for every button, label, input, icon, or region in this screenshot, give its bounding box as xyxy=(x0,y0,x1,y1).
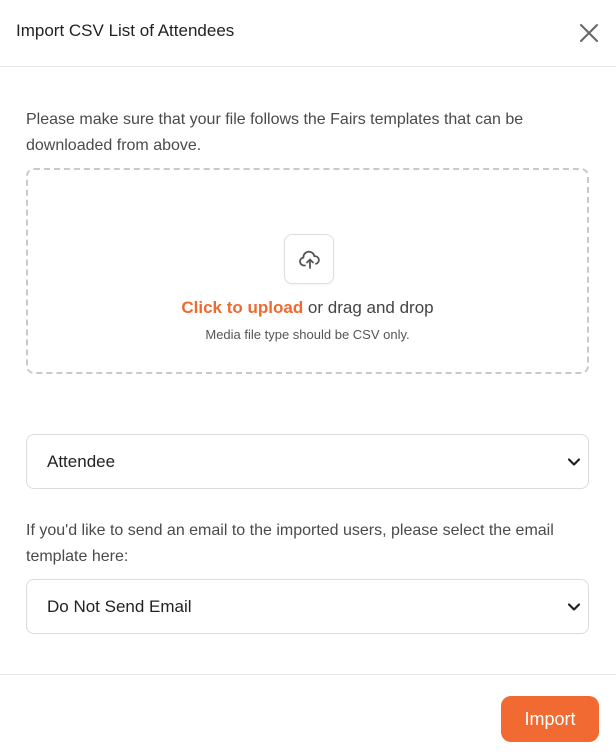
close-icon xyxy=(580,24,598,42)
upload-instruction: Click to upload or drag and drop xyxy=(28,298,587,318)
email-template-select-value: Do Not Send Email xyxy=(47,597,192,616)
chevron-down-icon xyxy=(567,603,581,611)
drag-drop-text: or drag and drop xyxy=(303,298,434,317)
click-to-upload-link[interactable]: Click to upload xyxy=(181,298,303,317)
close-button[interactable] xyxy=(576,20,602,46)
upload-icon-box xyxy=(284,234,334,284)
file-dropzone[interactable]: Click to upload or drag and drop Media f… xyxy=(26,168,589,374)
role-select-value: Attendee xyxy=(47,452,116,471)
chevron-down-icon xyxy=(567,458,581,466)
email-template-select[interactable]: Do Not Send Email xyxy=(26,579,589,634)
modal-title: Import CSV List of Attendees xyxy=(16,21,235,40)
intro-text: Please make sure that your file follows … xyxy=(26,111,524,154)
upload-cloud-icon xyxy=(299,250,320,269)
role-select[interactable]: Attendee xyxy=(26,434,589,489)
upload-hint: Media file type should be CSV only. xyxy=(205,327,410,342)
modal-footer: Import xyxy=(0,674,616,756)
email-template-label: If you'd like to send an email to the im… xyxy=(26,522,554,565)
import-button[interactable]: Import xyxy=(501,696,599,742)
modal-header: Import CSV List of Attendees xyxy=(0,0,616,67)
import-csv-modal: Import CSV List of Attendees Please make… xyxy=(0,0,616,756)
